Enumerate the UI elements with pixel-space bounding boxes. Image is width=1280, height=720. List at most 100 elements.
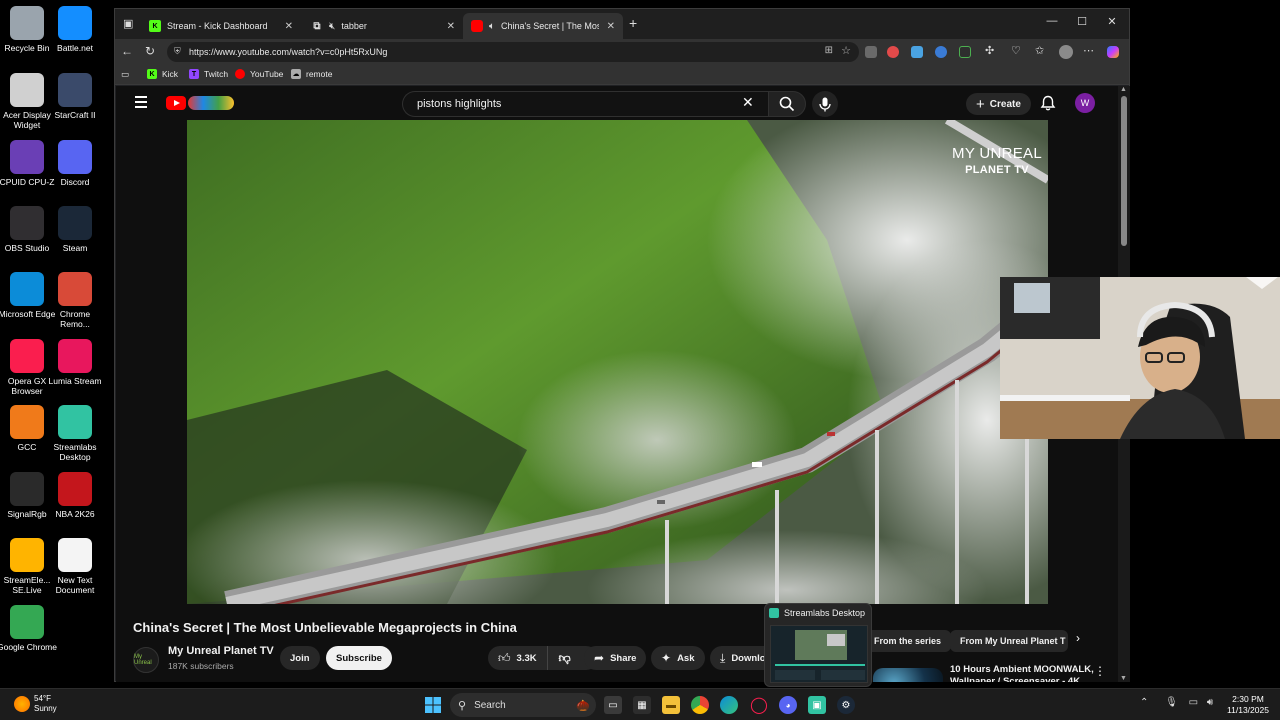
new-tab-icon[interactable]: +: [629, 15, 637, 31]
favorites-icon[interactable]: ✩: [1035, 44, 1044, 57]
widgets-icon[interactable]: ▦: [633, 696, 651, 714]
address-bar[interactable]: ⛨ https://www.youtube.com/watch?v=c0pHt5…: [167, 42, 859, 62]
desktop-icon-opera-gx[interactable]: Opera GX Browser: [0, 339, 54, 396]
favorite-star-icon[interactable]: ☆: [841, 44, 851, 57]
scroll-down-icon[interactable]: ▼: [1120, 675, 1127, 682]
desktop-icon-acer-display[interactable]: Acer Display Widget: [0, 73, 54, 130]
more-menu-icon[interactable]: ⋯: [1083, 44, 1094, 57]
task-view-icon[interactable]: ▭: [604, 696, 622, 714]
streamlabs-icon: [58, 405, 92, 439]
create-button[interactable]: + Create: [966, 93, 1031, 115]
like-button[interactable]: 👍︎ 3.3K: [488, 646, 548, 670]
desktop-icon-discord[interactable]: Discord: [48, 140, 102, 187]
chip-from-series[interactable]: From the series: [864, 630, 952, 652]
opera-gx-taskbar-icon[interactable]: ◯: [750, 696, 768, 714]
extension-icon[interactable]: [935, 46, 947, 58]
close-icon[interactable]: ✕: [447, 21, 455, 32]
back-icon[interactable]: ←: [121, 44, 133, 58]
copilot-icon[interactable]: [1107, 46, 1119, 58]
extension-icon[interactable]: [959, 46, 971, 58]
ask-button[interactable]: ✦ Ask: [651, 646, 705, 670]
system-tray: ⌃ 🎙︎ ▭ 🔊︎: [1140, 697, 1213, 708]
tray-overflow-icon[interactable]: ⌃: [1140, 697, 1148, 708]
search-icon: ⚲: [458, 699, 467, 712]
desktop-icon-lumia-stream[interactable]: Lumia Stream: [48, 339, 102, 386]
subscribe-button[interactable]: Subscribe: [326, 646, 392, 670]
share-button[interactable]: ➦ Share: [584, 646, 647, 670]
desktop-icon-label: Steam: [62, 243, 88, 253]
menu-icon[interactable]: [135, 96, 147, 111]
system-clock[interactable]: 2:30 PM 11/13/2025: [1222, 694, 1274, 716]
extension-icon[interactable]: [887, 46, 899, 58]
tab-kick-dashboard[interactable]: K Stream - Kick Dashboard ✕: [141, 13, 301, 39]
extension-icon[interactable]: [911, 46, 923, 58]
maximize-icon[interactable]: ☐: [1067, 15, 1097, 28]
chip-from-channel[interactable]: From My Unreal Planet T: [950, 630, 1068, 652]
reading-mode-icon[interactable]: ▭: [121, 69, 129, 80]
network-icon[interactable]: ▭: [1189, 697, 1198, 708]
extension-icon[interactable]: [865, 46, 877, 58]
kick-icon: K: [147, 69, 157, 79]
muted-icon[interactable]: 🔇︎: [329, 21, 335, 32]
taskbar-search[interactable]: ⚲ Search 🌰: [450, 693, 596, 717]
scrollbar-thumb[interactable]: [1121, 96, 1127, 246]
desktop-icon-streamlabs[interactable]: Streamlabs Desktop: [48, 405, 102, 462]
channel-avatar[interactable]: My Unreal: [133, 647, 159, 673]
chrome-taskbar-icon[interactable]: [691, 696, 709, 714]
account-avatar[interactable]: W: [1075, 93, 1095, 113]
youtube-logo[interactable]: [166, 94, 236, 111]
volume-icon[interactable]: 🔊︎: [1207, 697, 1213, 708]
tab-tabber[interactable]: ⧉ 🔇︎ tabber ✕: [303, 13, 463, 39]
desktop-icon-chrome-remote[interactable]: Chrome Remo...: [48, 272, 102, 329]
extensions-puzzle-icon[interactable]: ✣: [985, 44, 994, 57]
microphone-icon[interactable]: 🎙︎: [1165, 697, 1178, 708]
desktop-icon-label: StarCraft II: [54, 110, 96, 120]
desktop-icon-nba-2k26[interactable]: NBA 2K26: [48, 472, 102, 519]
bookmark-remote[interactable]: ☁ remote: [291, 69, 332, 79]
scroll-up-icon[interactable]: ▲: [1120, 86, 1127, 93]
bookmark-youtube[interactable]: YouTube: [235, 69, 283, 79]
voice-search-button[interactable]: [812, 91, 838, 117]
app-available-icon[interactable]: ⊞: [825, 45, 833, 56]
notifications-bell-icon[interactable]: [1040, 95, 1056, 111]
bookmark-twitch[interactable]: T Twitch: [189, 69, 228, 79]
close-icon[interactable]: ✕: [607, 21, 615, 32]
streamlabs-taskbar-icon[interactable]: ▣: [808, 696, 826, 714]
edge-taskbar-icon[interactable]: [720, 696, 738, 714]
steam-taskbar-icon[interactable]: ⚙: [837, 696, 855, 714]
recommended-thumbnail[interactable]: [873, 668, 943, 682]
browser-essentials-icon[interactable]: ♡: [1011, 44, 1021, 57]
video-player[interactable]: MY UNREAL PLANET TV: [187, 120, 1048, 604]
speaker-icon[interactable]: 🔈︎: [489, 21, 495, 32]
desktop-icon-steam[interactable]: Steam: [48, 206, 102, 253]
window-close-icon[interactable]: ✕: [1097, 15, 1127, 28]
profile-icon[interactable]: [1059, 45, 1073, 59]
channel-name[interactable]: My Unreal Planet TV: [168, 645, 274, 657]
file-explorer-icon[interactable]: ▬: [662, 696, 680, 714]
desktop-icon-text-document[interactable]: New Text Document: [48, 538, 102, 595]
search-button[interactable]: [768, 91, 806, 117]
refresh-icon[interactable]: ↻: [145, 44, 155, 58]
start-button[interactable]: [424, 696, 442, 714]
close-icon[interactable]: ✕: [285, 21, 293, 32]
recommended-video-title[interactable]: 10 Hours Ambient MOONWALK, Wallpaper / S…: [950, 664, 1100, 682]
clear-search-icon[interactable]: ✕: [742, 94, 754, 111]
download-label: Downlo: [731, 652, 766, 664]
bookmark-kick[interactable]: K Kick: [147, 69, 178, 79]
tab-actions-icon[interactable]: ▣: [123, 17, 133, 30]
desktop-icon-battle-net[interactable]: Battle.net: [48, 6, 102, 53]
desktop-icon-starcraft[interactable]: StarCraft II: [48, 73, 102, 120]
tab-youtube-video[interactable]: 🔈︎ China's Secret | The Most Ur ✕: [463, 13, 623, 39]
join-button[interactable]: Join: [280, 646, 320, 670]
search-input[interactable]: pistons highlights: [402, 91, 768, 117]
minimize-icon[interactable]: —: [1037, 15, 1067, 27]
site-info-icon[interactable]: ⛨: [174, 46, 181, 57]
discord-taskbar-icon[interactable]: ◕: [779, 696, 797, 714]
desktop-icon-chrome[interactable]: Google Chrome: [0, 605, 57, 652]
dislike-button[interactable]: 👎︎: [548, 646, 582, 670]
weather-widget[interactable]: 54°F Sunny: [14, 694, 57, 714]
cpu-z-icon: [10, 140, 44, 174]
taskbar-window-preview[interactable]: Streamlabs Desktop: [764, 603, 872, 687]
chevron-right-icon[interactable]: ›: [1076, 631, 1080, 645]
more-vertical-icon[interactable]: ⋮: [1094, 664, 1106, 678]
